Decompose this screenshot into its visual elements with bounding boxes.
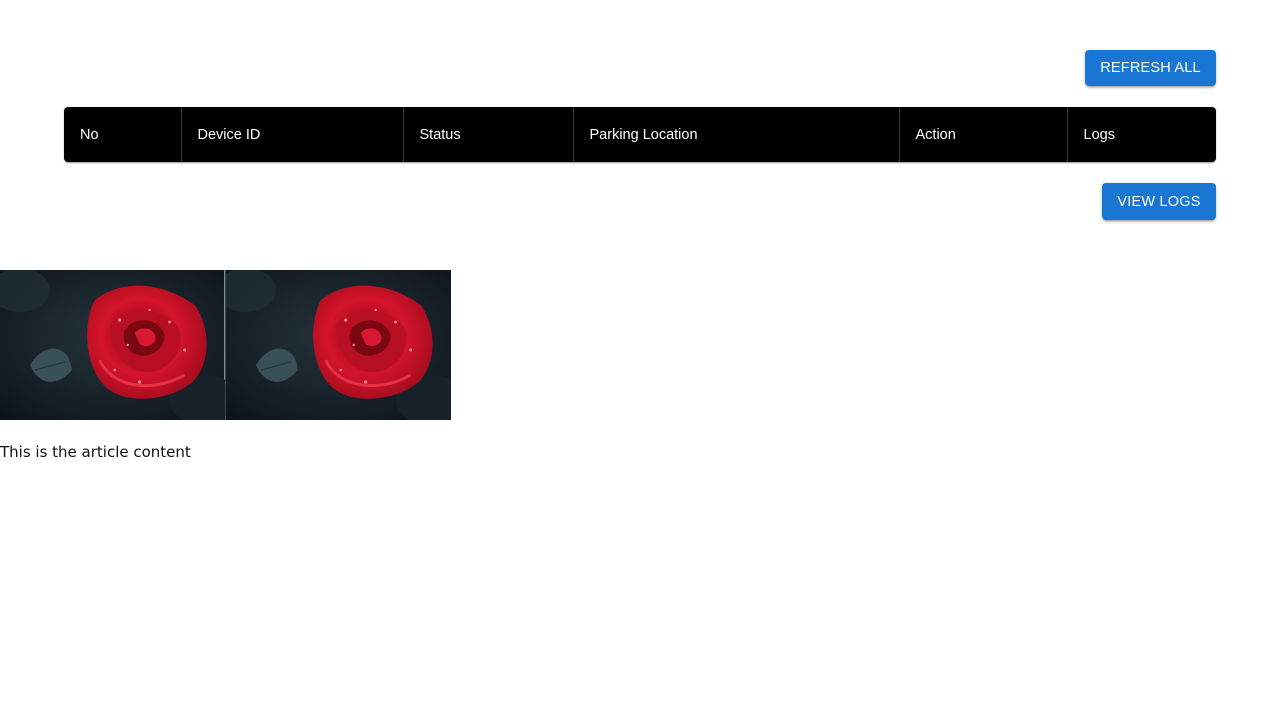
column-header-logs[interactable]: Logs <box>1067 107 1216 162</box>
refresh-all-button[interactable]: REFRESH ALL <box>1085 50 1216 86</box>
article-content: This is the article content <box>0 443 191 461</box>
column-header-parking-location[interactable]: Parking Location <box>573 107 900 162</box>
table-header-row: No Device ID Status Parking Location Act… <box>64 107 1216 162</box>
rose-image <box>225 270 451 420</box>
column-header-status[interactable]: Status <box>403 107 574 162</box>
column-header-action[interactable]: Action <box>899 107 1068 162</box>
column-header-no[interactable]: No <box>64 107 182 162</box>
devices-table-grid: No Device ID Status Parking Location Act… <box>64 107 1216 162</box>
rose-image <box>0 270 226 420</box>
page: REFRESH ALL No Device ID Status Parking … <box>0 0 1280 720</box>
column-header-device-id[interactable]: Device ID <box>181 107 404 162</box>
image-strip <box>0 270 451 420</box>
view-logs-button[interactable]: VIEW LOGS <box>1102 183 1216 220</box>
devices-table: No Device ID Status Parking Location Act… <box>64 107 1216 162</box>
